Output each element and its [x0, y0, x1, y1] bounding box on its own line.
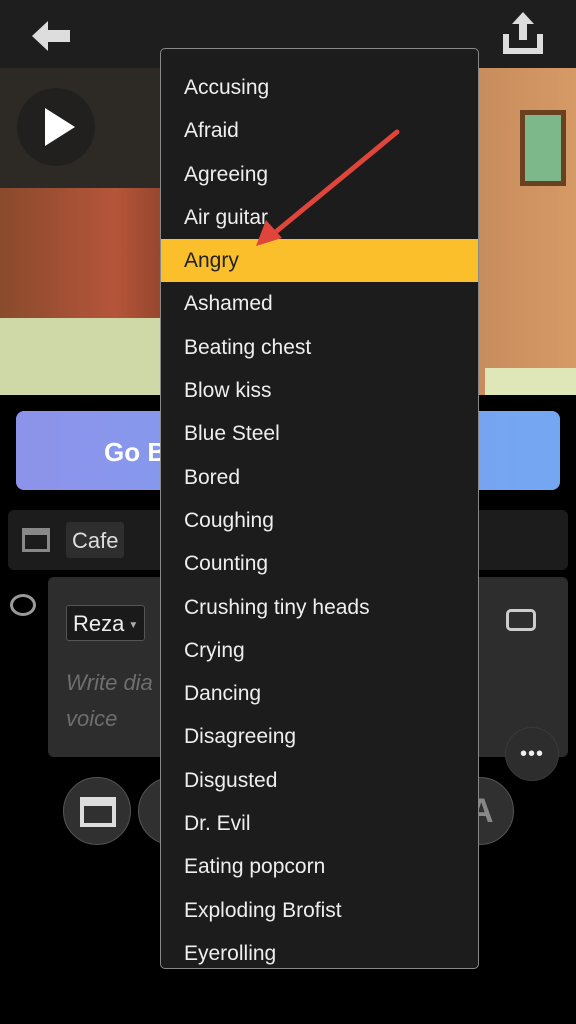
- table: [485, 368, 576, 395]
- dropdown-caret-icon: ▼: [128, 619, 139, 631]
- menu-item-counting[interactable]: Counting: [161, 542, 478, 585]
- character-name: Reza: [73, 611, 125, 636]
- add-scene-button[interactable]: [63, 777, 131, 845]
- menu-item-disagreeing[interactable]: Disagreeing: [161, 715, 478, 758]
- clapperboard-icon: [80, 797, 116, 827]
- menu-item-ashamed[interactable]: Ashamed: [161, 282, 478, 325]
- menu-item-exploding-brofist[interactable]: Exploding Brofist: [161, 889, 478, 932]
- menu-item-eating-popcorn[interactable]: Eating popcorn: [161, 845, 478, 888]
- menu-item-dr-evil[interactable]: Dr. Evil: [161, 802, 478, 845]
- menu-item-angry[interactable]: Angry: [161, 239, 478, 283]
- counter: [0, 318, 160, 395]
- back-arrow-icon[interactable]: [30, 18, 74, 54]
- clapperboard-icon: [22, 528, 50, 552]
- menu-item-agreeing[interactable]: Agreeing: [161, 153, 478, 196]
- menu-item-crushing-tiny-heads[interactable]: Crushing tiny heads: [161, 586, 478, 629]
- scene-chip[interactable]: Cafe: [66, 522, 125, 558]
- menu-item-afraid[interactable]: Afraid: [161, 109, 478, 152]
- menu-item-blue-steel[interactable]: Blue Steel: [161, 412, 478, 455]
- menu-item-coughing[interactable]: Coughing: [161, 499, 478, 542]
- menu-item-air-guitar[interactable]: Air guitar: [161, 196, 478, 239]
- menu-item-disgusted[interactable]: Disgusted: [161, 759, 478, 802]
- share-upload-icon[interactable]: [500, 10, 546, 58]
- menu-item-crying[interactable]: Crying: [161, 629, 478, 672]
- animation-dropdown-menu[interactable]: Accusing Afraid Agreeing Air guitar Angry Ash…: [160, 48, 479, 969]
- character-select[interactable]: Reza ▼: [66, 605, 145, 641]
- wall-picture: [520, 110, 566, 186]
- menu-item-blow-kiss[interactable]: Blow kiss: [161, 369, 478, 412]
- camera-icon[interactable]: [506, 609, 536, 631]
- menu-item-beating-chest[interactable]: Beating chest: [161, 326, 478, 369]
- play-button[interactable]: [17, 88, 95, 166]
- more-options-button[interactable]: •••: [505, 727, 559, 781]
- menu-item-eyerolling[interactable]: Eyerolling: [161, 932, 478, 968]
- menu-item-accusing[interactable]: Accusing: [161, 66, 478, 109]
- speech-bubble-icon: [10, 594, 36, 616]
- menu-item-dancing[interactable]: Dancing: [161, 672, 478, 715]
- menu-item-bored[interactable]: Bored: [161, 456, 478, 499]
